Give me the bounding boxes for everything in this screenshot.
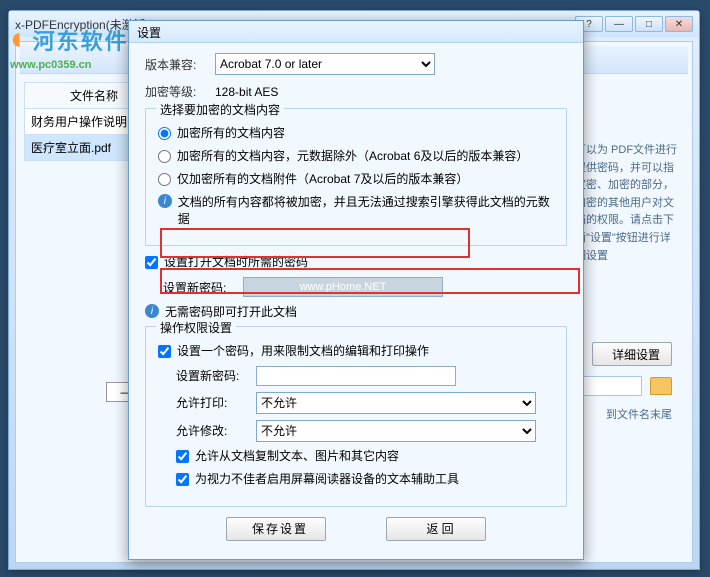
allow-copy-check[interactable]: 允许从文档复制文本、图片和其它内容 [176,448,554,465]
maximize-button[interactable]: □ [635,16,663,32]
folder-icon[interactable] [650,377,672,395]
perm-password-check[interactable]: 设置一个密码，用来限制文档的编辑和打印操作 [158,343,554,360]
description-text: 可以为 PDF文件进行提供密码，并可以指定密、加密的部分，加密的其他用户对文档的… [575,142,680,265]
detail-settings-button[interactable]: 详细设置 [592,342,672,366]
content-encrypt-fieldset: 选择要加密的文档内容 加密所有的文档内容 加密所有的文档内容，元数据除外（Acr… [145,108,567,246]
close-button[interactable]: ✕ [665,16,693,32]
modify-select[interactable]: 不允许 [256,420,536,442]
fieldset-legend: 选择要加密的文档内容 [156,101,284,118]
save-button[interactable]: 保存设置 [226,517,326,541]
info-icon: i [145,304,159,318]
no-password-note: i 无需密码即可打开此文档 [145,303,567,320]
settings-dialog: 设置 版本兼容: Acrobat 7.0 or later 加密等级: 128-… [128,20,584,560]
dialog-title: 设置 [129,21,583,43]
compat-label: 版本兼容: [145,56,215,73]
encrypt-except-meta-radio[interactable]: 加密所有的文档内容，元数据除外（Acrobat 6及以后的版本兼容） [158,148,554,165]
print-label: 允许打印: [176,394,256,411]
info-icon: i [158,194,172,208]
encrypt-attachments-radio[interactable]: 仅加密所有的文档附件（Acrobat 7及以后的版本兼容） [158,171,554,188]
fieldset-legend: 操作权限设置 [156,319,236,336]
allow-accessibility-check[interactable]: 为视力不佳者启用屏幕阅读器设备的文本辅助工具 [176,471,554,488]
enc-level-value: 128-bit AES [215,85,278,99]
modify-label: 允许修改: [176,422,256,439]
permissions-fieldset: 操作权限设置 设置一个密码，用来限制文档的编辑和打印操作 设置新密码: 允许打印… [145,326,567,506]
open-password-check[interactable]: 设置打开文档时所需的密码 [145,254,567,271]
print-select[interactable]: 不允许 [256,392,536,414]
enc-level-label: 加密等级: [145,83,215,100]
perm-password-label: 设置新密码: [176,367,256,384]
perm-password-input[interactable] [256,366,456,386]
minimize-button[interactable]: — [605,16,633,32]
encrypt-all-radio[interactable]: 加密所有的文档内容 [158,125,554,142]
open-password-label: 设置新密码: [163,279,243,296]
append-label: 到文件名末尾 [606,406,672,422]
open-password-input[interactable] [243,277,443,297]
back-button[interactable]: 返 回 [386,517,486,541]
info-note: i 文档的所有内容都将被加密，并且无法通过搜索引擎获得此文档的元数据 [158,193,554,227]
compat-select[interactable]: Acrobat 7.0 or later [215,53,435,75]
